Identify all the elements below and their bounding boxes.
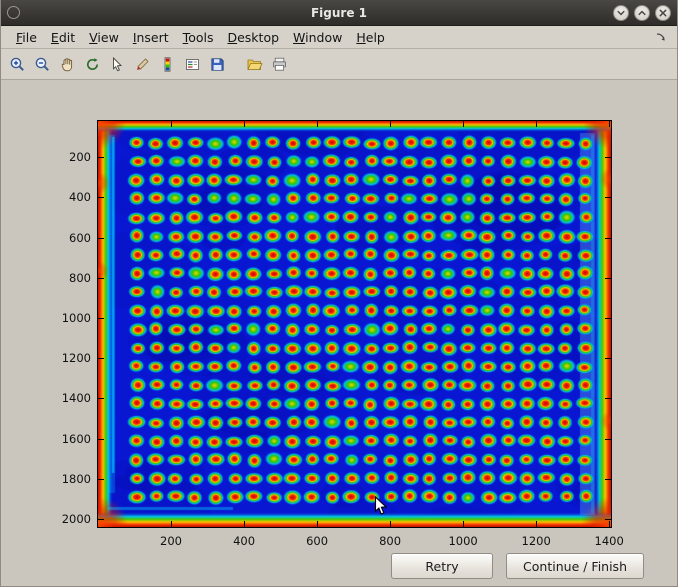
close-button[interactable] [655, 5, 671, 21]
menu-file[interactable]: File [9, 28, 44, 47]
zoom-in-icon [9, 56, 26, 73]
menu-insert[interactable]: Insert [126, 28, 176, 47]
menu-window[interactable]: Window [286, 28, 349, 47]
tick-label: 1800 [39, 472, 91, 486]
rotate-icon [84, 56, 101, 73]
zoom-out-icon [34, 56, 51, 73]
tick-label: 800 [379, 534, 401, 548]
data-cursor-button[interactable] [106, 52, 129, 76]
brush-button[interactable] [131, 52, 154, 76]
open-button[interactable] [243, 52, 266, 76]
toolbar-separator [230, 49, 242, 79]
tick-label: 1200 [522, 534, 551, 548]
microarray-image[interactable] [98, 121, 611, 527]
tick-label: 1000 [448, 534, 477, 548]
save-button[interactable] [206, 52, 229, 76]
pan-button[interactable] [56, 52, 79, 76]
figure-window: Figure 1 File Edit View Insert Tools Des… [0, 0, 678, 587]
tick-label: 1600 [39, 432, 91, 446]
menu-edit[interactable]: Edit [44, 28, 82, 47]
hand-icon [59, 56, 76, 73]
zoom-out-button[interactable] [31, 52, 54, 76]
legend-button[interactable] [181, 52, 204, 76]
titlebar[interactable]: Figure 1 [1, 0, 677, 26]
menu-desktop[interactable]: Desktop [220, 28, 286, 47]
tick-label: 600 [306, 534, 328, 548]
maximize-button[interactable] [634, 5, 650, 21]
toolbar [1, 49, 677, 80]
printer-icon [271, 56, 288, 73]
brush-icon [134, 56, 151, 73]
figure-content: 200 400 600 800 1000 1200 1400 200 400 600 800 1000… [1, 80, 678, 587]
window-title: Figure 1 [1, 6, 677, 20]
menu-help[interactable]: Help [349, 28, 392, 47]
tick-label: 200 [39, 150, 91, 164]
continue-finish-button[interactable]: Continue / Finish [506, 553, 644, 579]
chevron-down-icon [616, 8, 626, 18]
colorbar-button[interactable] [156, 52, 179, 76]
menu-tools[interactable]: Tools [176, 28, 221, 47]
action-buttons: Retry Continue / Finish [391, 553, 644, 579]
tick-label: 1400 [595, 534, 624, 548]
cursor-icon [109, 56, 126, 73]
menu-view[interactable]: View [82, 28, 126, 47]
colorbar-icon [159, 56, 176, 73]
tick-label: 1000 [39, 311, 91, 325]
rotate-3d-button[interactable] [81, 52, 104, 76]
tick-label: 1400 [39, 391, 91, 405]
retry-button[interactable]: Retry [391, 553, 493, 579]
legend-icon [184, 56, 201, 73]
zoom-in-button[interactable] [6, 52, 29, 76]
chevron-up-icon [637, 8, 647, 18]
print-button[interactable] [268, 52, 291, 76]
save-icon [209, 56, 226, 73]
window-menu-icon[interactable] [7, 6, 20, 19]
tick-label: 600 [39, 231, 91, 245]
tick-label: 1200 [39, 351, 91, 365]
close-icon [658, 8, 668, 18]
menubar: File Edit View Insert Tools Desktop Wind… [1, 26, 677, 49]
tick-label: 200 [160, 534, 182, 548]
plot-axes[interactable] [97, 120, 612, 528]
minimize-button[interactable] [613, 5, 629, 21]
tick-label: 400 [233, 534, 255, 548]
undock-arrow-icon[interactable] [655, 31, 669, 43]
tick-label: 800 [39, 271, 91, 285]
tick-label: 2000 [39, 512, 91, 526]
open-folder-icon [246, 56, 263, 73]
tick-label: 400 [39, 190, 91, 204]
